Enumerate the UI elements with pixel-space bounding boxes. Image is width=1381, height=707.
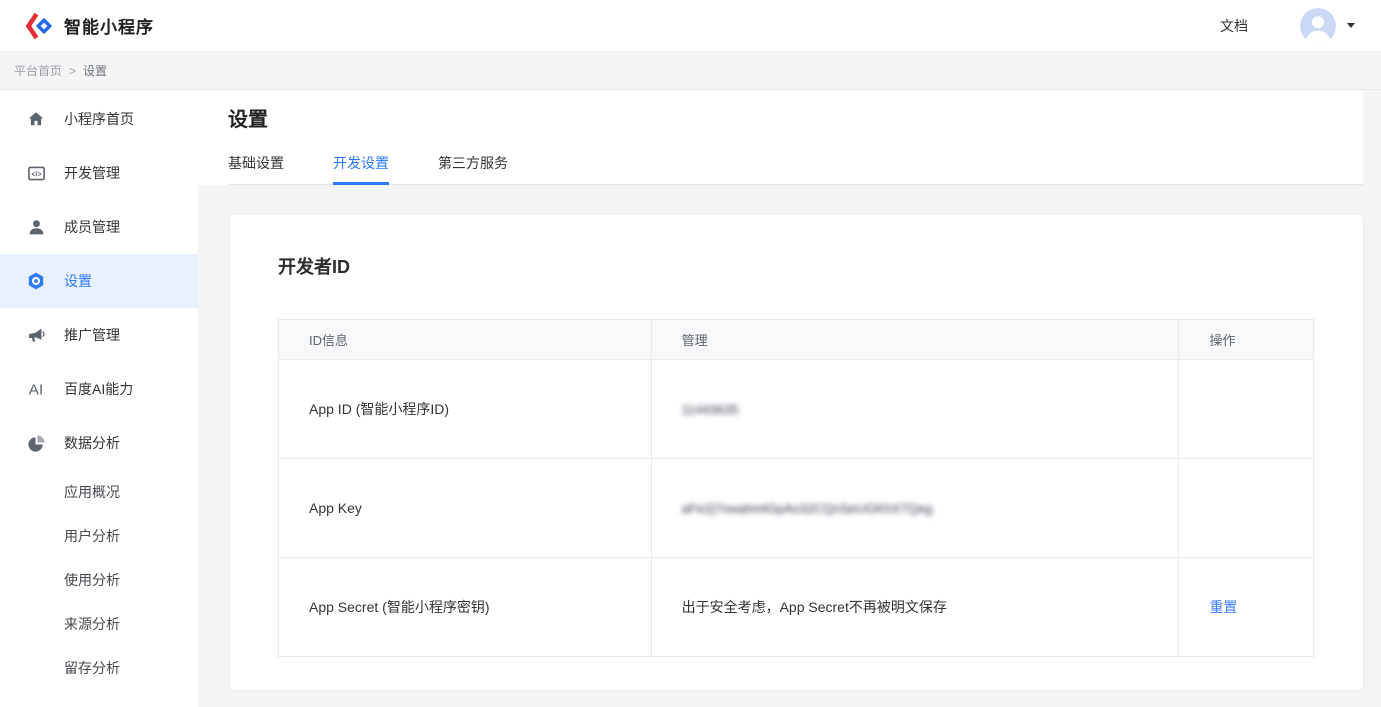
column-header-1: 管理 <box>651 320 1179 360</box>
reset-button[interactable]: 重置 <box>1209 599 1237 615</box>
sidebar-subitem-0[interactable]: 应用概况 <box>0 470 198 514</box>
table-row-2: App Secret (智能小程序密钥) 出于安全考虑，App Secret不再被… <box>279 558 1314 657</box>
action-cell <box>1179 459 1314 558</box>
main-content: 设置 基础设置 开发设置 第三方服务 开发者ID ID信息管理操作 App ID (… <box>198 90 1381 707</box>
column-header-2: 操作 <box>1179 320 1314 360</box>
smartapp-logo-icon <box>24 12 54 40</box>
sidebar-item-label: 百度AI能力 <box>64 379 133 399</box>
pie-chart-icon <box>25 432 47 454</box>
sidebar-item-code[interactable]: </> 开发管理 <box>0 146 198 200</box>
blurred-value: aFe2j7nwahmtGpAs32CQnSeUGKhX7Qeg <box>682 501 933 516</box>
sidebar-subitem-3[interactable]: 来源分析 <box>0 602 198 646</box>
id-info-cell: App Secret (智能小程序密钥) <box>279 558 652 657</box>
sidebar-submenu: 应用概况用户分析使用分析来源分析留存分析 <box>0 470 198 690</box>
sidebar-item-label: 推广管理 <box>64 325 120 345</box>
member-icon <box>25 216 47 238</box>
sidebar-nav: 小程序首页 </> 开发管理成员管理设置推广管理 AI 百度AI能力数据分析 应用概况用… <box>0 90 198 707</box>
developer-id-heading: 开发者ID <box>278 253 1314 279</box>
management-text: 出于安全考虑，App Secret不再被明文保存 <box>682 599 947 615</box>
id-info-cell: App ID (智能小程序ID) <box>279 360 652 459</box>
table-row-0: App ID (智能小程序ID) 11443635 <box>279 360 1314 459</box>
sidebar-item-member[interactable]: 成员管理 <box>0 200 198 254</box>
account-dropdown-caret-icon[interactable] <box>1347 23 1355 28</box>
id-info-cell: App Key <box>279 459 652 558</box>
sidebar-item-pie-chart[interactable]: 数据分析 <box>0 416 198 470</box>
sidebar-item-label: 成员管理 <box>64 217 120 237</box>
action-cell <box>1179 360 1314 459</box>
docs-link[interactable]: 文档 <box>1220 16 1248 36</box>
sidebar-menu: 小程序首页 </> 开发管理成员管理设置推广管理 AI 百度AI能力数据分析 <box>0 92 198 470</box>
tab-2[interactable]: 第三方服务 <box>438 153 508 184</box>
sidebar-subitem-2[interactable]: 使用分析 <box>0 558 198 602</box>
settings-tabbar: 基础设置 开发设置 第三方服务 <box>228 153 1363 185</box>
developer-id-card: 开发者ID ID信息管理操作 App ID (智能小程序ID)11443635A… <box>230 215 1363 690</box>
developer-id-table: ID信息管理操作 App ID (智能小程序ID) 11443635 App Key… <box>278 319 1314 657</box>
sidebar-item-ai[interactable]: AI 百度AI能力 <box>0 362 198 416</box>
management-cell: 11443635 <box>651 360 1179 459</box>
sidebar-item-settings[interactable]: 设置 <box>0 254 198 308</box>
sidebar-item-label: 开发管理 <box>64 163 120 183</box>
brand[interactable]: 智能小程序 <box>24 12 154 40</box>
svg-text:AI: AI <box>29 381 43 398</box>
top-header: 智能小程序 文档 <box>0 0 1381 52</box>
sidebar-item-label: 设置 <box>64 271 92 291</box>
svg-text:</>: </> <box>31 170 41 178</box>
settings-icon <box>25 270 47 292</box>
brand-name: 智能小程序 <box>64 13 154 38</box>
tab-0[interactable]: 基础设置 <box>228 153 284 184</box>
sidebar-subitem-1[interactable]: 用户分析 <box>0 514 198 558</box>
ai-icon: AI <box>25 378 47 400</box>
home-icon <box>25 108 47 130</box>
sidebar-item-megaphone[interactable]: 推广管理 <box>0 308 198 362</box>
management-cell: aFe2j7nwahmtGpAs32CQnSeUGKhX7Qeg <box>651 459 1179 558</box>
breadcrumb: 平台首页 > 设置 <box>0 52 1381 90</box>
action-cell: 重置 <box>1179 558 1314 657</box>
sidebar-subitem-4[interactable]: 留存分析 <box>0 646 198 690</box>
table-row-1: App Key aFe2j7nwahmtGpAs32CQnSeUGKhX7Qeg <box>279 459 1314 558</box>
sidebar-item-label: 数据分析 <box>64 433 120 453</box>
breadcrumb-platform-home[interactable]: 平台首页 <box>14 62 62 79</box>
tab-1-active[interactable]: 开发设置 <box>333 153 389 184</box>
management-cell: 出于安全考虑，App Secret不再被明文保存 <box>651 558 1179 657</box>
column-header-0: ID信息 <box>279 320 652 360</box>
sidebar-item-label: 小程序首页 <box>64 109 134 129</box>
sidebar-item-home[interactable]: 小程序首页 <box>0 92 198 146</box>
avatar[interactable] <box>1300 8 1336 44</box>
blurred-value: 11443635 <box>682 402 739 417</box>
breadcrumb-settings: 设置 <box>83 62 107 79</box>
page-title: 设置 <box>228 103 1363 132</box>
code-icon: </> <box>25 162 47 184</box>
breadcrumb-separator: > <box>69 64 76 78</box>
megaphone-icon <box>25 324 47 346</box>
settings-header-section: 设置 基础设置 开发设置 第三方服务 <box>198 90 1363 185</box>
